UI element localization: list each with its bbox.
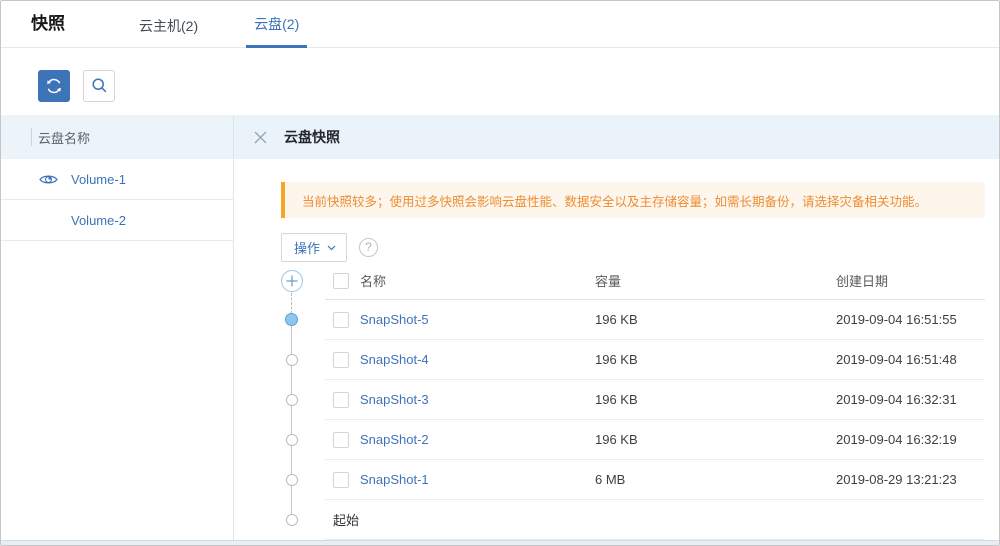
chevron-down-icon <box>327 245 336 251</box>
top-header: 快照 云主机(2) 云盘(2) <box>1 1 999 48</box>
snapshot-date: 2019-09-04 16:32:19 <box>836 432 985 447</box>
page-title: 快照 <box>31 1 65 47</box>
timeline-node <box>286 434 298 446</box>
sidebar-item-volume-1[interactable]: Volume-1 <box>1 159 233 200</box>
table-row: SnapShot-2 196 KB 2019-09-04 16:32:19 <box>325 420 985 460</box>
timeline-line <box>291 320 292 520</box>
snapshot-size: 196 KB <box>595 352 836 367</box>
add-snapshot-button[interactable] <box>281 270 303 292</box>
table-row: SnapShot-4 196 KB 2019-09-04 16:51:48 <box>325 340 985 380</box>
row-checkbox[interactable] <box>333 432 349 448</box>
table-row: SnapShot-1 6 MB 2019-08-29 13:21:23 <box>325 460 985 500</box>
sidebar-item-label: Volume-2 <box>71 213 126 228</box>
search-button[interactable] <box>83 70 115 102</box>
table-header-row: 名称 容量 创建日期 <box>325 262 985 300</box>
sidebar-item-volume-2[interactable]: Volume-2 <box>1 200 233 241</box>
table-row: SnapShot-3 196 KB 2019-09-04 16:32:31 <box>325 380 985 420</box>
snapshot-panel: 云盘快照 当前快照较多；使用过多快照会影响云盘性能、数据安全以及主存储容量；如需… <box>234 115 999 540</box>
row-checkbox[interactable] <box>333 312 349 328</box>
tab-vm-instances[interactable]: 云主机(2) <box>131 1 206 48</box>
snapshot-size: 6 MB <box>595 472 836 487</box>
column-header-size: 容量 <box>595 271 836 290</box>
help-icon[interactable]: ? <box>359 238 378 257</box>
warning-text: 当前快照较多；使用过多快照会影响云盘性能、数据安全以及主存储容量；如需长期备份，… <box>302 191 927 210</box>
table-row: SnapShot-5 196 KB 2019-09-04 16:51:55 <box>325 300 985 340</box>
row-checkbox[interactable] <box>333 392 349 408</box>
column-header-date: 创建日期 <box>836 271 985 290</box>
snapshot-size: 196 KB <box>595 392 836 407</box>
row-checkbox[interactable] <box>333 472 349 488</box>
close-icon[interactable] <box>252 129 268 145</box>
timeline-node-origin <box>286 514 298 526</box>
refresh-button[interactable] <box>38 70 70 102</box>
sidebar-header-label: 云盘名称 <box>38 128 90 147</box>
table-row-origin: 起始 <box>325 500 985 540</box>
snapshot-table: 名称 容量 创建日期 SnapShot-5 196 KB 2019-09-04 … <box>281 262 985 540</box>
snapshot-date: 2019-09-04 16:51:55 <box>836 312 985 327</box>
volume-sidebar: 云盘名称 Volume-1 Volume-2 <box>1 115 234 540</box>
sidebar-item-label: Volume-1 <box>71 172 126 187</box>
toolbar <box>1 48 999 115</box>
snapshot-size: 196 KB <box>595 432 836 447</box>
refresh-icon <box>45 77 63 95</box>
panel-title: 云盘快照 <box>284 127 340 147</box>
snapshot-name-link[interactable]: SnapShot-1 <box>360 472 595 487</box>
sidebar-header: 云盘名称 <box>1 115 233 159</box>
content-area: 云盘名称 Volume-1 Volume-2 <box>1 115 999 540</box>
tab-volumes[interactable]: 云盘(2) <box>246 1 307 48</box>
snapshot-date: 2019-08-29 13:21:23 <box>836 472 985 487</box>
panel-header: 云盘快照 <box>234 115 999 159</box>
warning-banner: 当前快照较多；使用过多快照会影响云盘性能、数据安全以及主存储容量；如需长期备份，… <box>281 182 985 218</box>
snapshot-name-link[interactable]: SnapShot-3 <box>360 392 595 407</box>
actions-dropdown-button[interactable]: 操作 <box>281 233 347 262</box>
timeline-node <box>286 354 298 366</box>
timeline-node-current <box>285 313 298 326</box>
footer-strip <box>1 540 999 545</box>
search-icon <box>91 77 108 94</box>
snapshot-size: 196 KB <box>595 312 836 327</box>
plus-icon <box>286 275 298 287</box>
origin-label: 起始 <box>333 510 359 529</box>
timeline-node <box>286 474 298 486</box>
snapshot-date: 2019-09-04 16:51:48 <box>836 352 985 367</box>
snapshot-name-link[interactable]: SnapShot-5 <box>360 312 595 327</box>
actions-dropdown-label: 操作 <box>294 238 320 257</box>
snapshot-name-link[interactable]: SnapShot-2 <box>360 432 595 447</box>
timeline-node <box>286 394 298 406</box>
snapshot-name-link[interactable]: SnapShot-4 <box>360 352 595 367</box>
eye-icon <box>39 173 58 186</box>
snapshot-date: 2019-09-04 16:32:31 <box>836 392 985 407</box>
column-header-name: 名称 <box>360 271 595 290</box>
actions-row: 操作 ? <box>281 233 985 262</box>
panel-body: 当前快照较多；使用过多快照会影响云盘性能、数据安全以及主存储容量；如需长期备份，… <box>234 182 999 540</box>
snapshot-window: 快照 云主机(2) 云盘(2) 云盘名称 <box>0 0 1000 546</box>
timeline-dashed-link <box>291 293 292 314</box>
row-checkbox[interactable] <box>333 352 349 368</box>
select-all-checkbox[interactable] <box>333 273 349 289</box>
